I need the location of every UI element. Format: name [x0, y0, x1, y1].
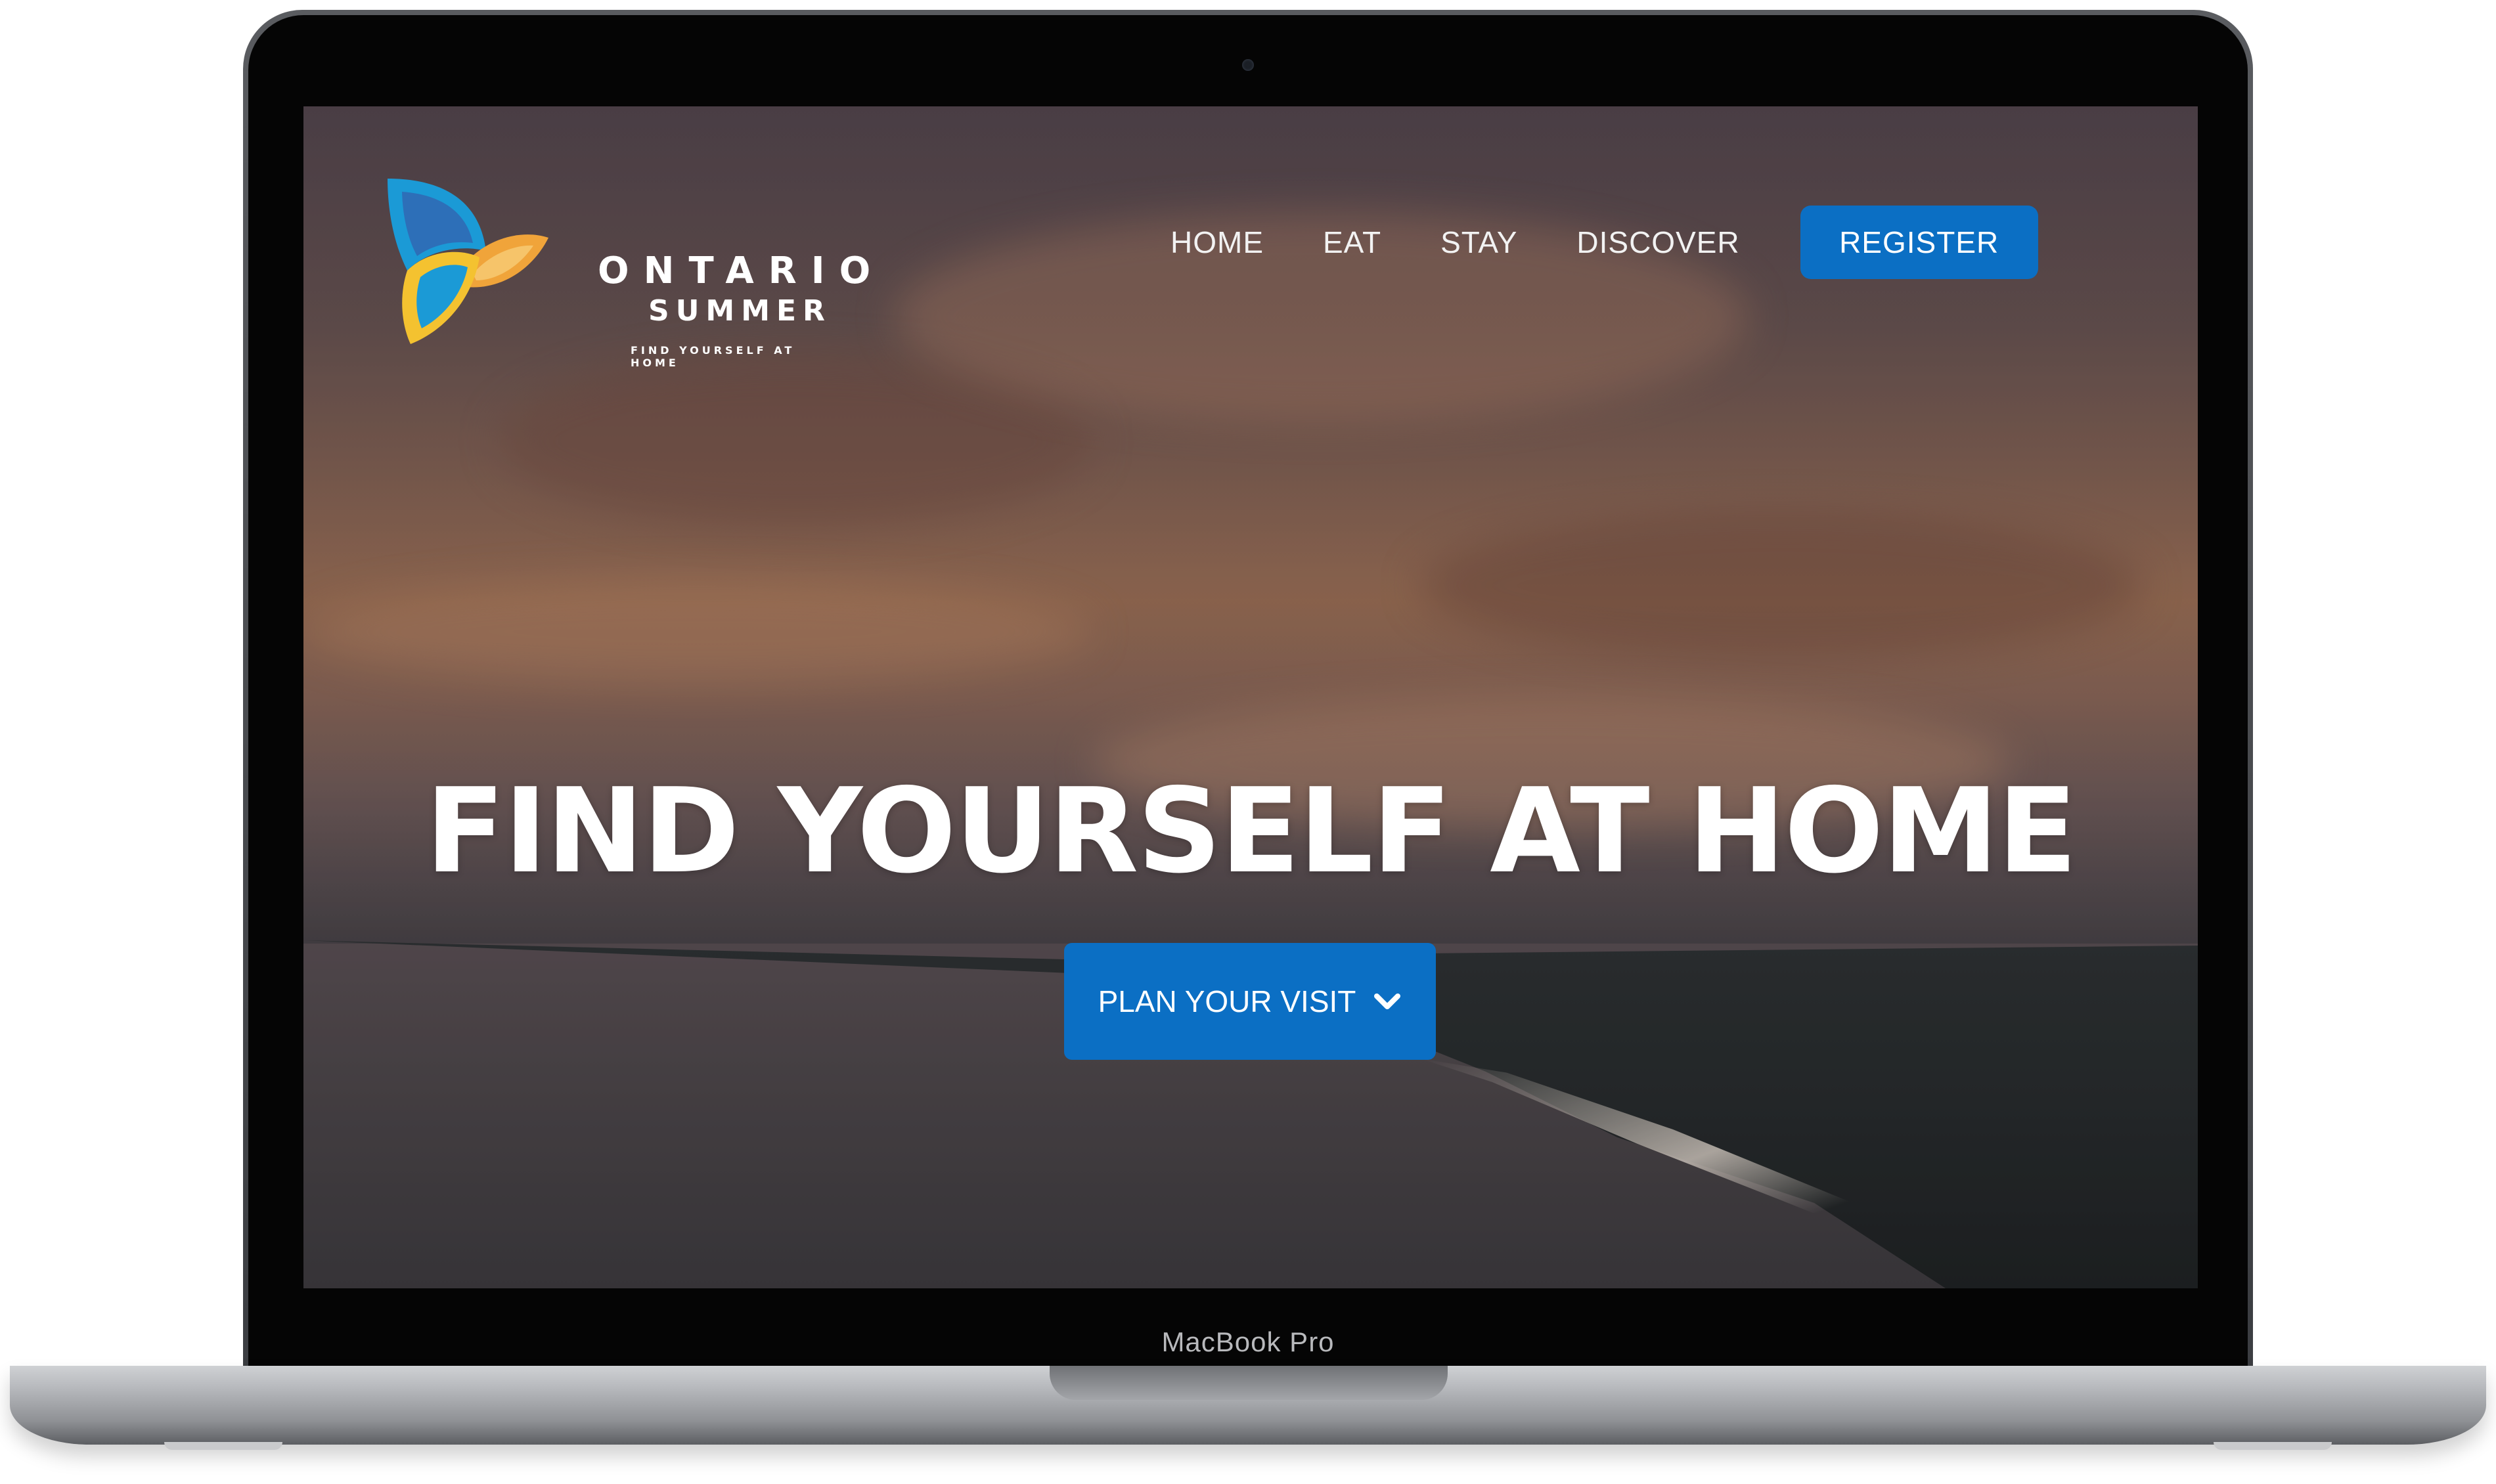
nav-link-home[interactable]: HOME — [1170, 225, 1264, 260]
logo-tagline: FIND YOURSELF AT HOME — [631, 344, 795, 369]
site-logo[interactable]: ONTARIO SUMMER FIND YOURSELF AT HOME — [381, 172, 870, 369]
website-screen: ONTARIO SUMMER FIND YOURSELF AT HOME HOM… — [303, 106, 2198, 1288]
chevron-down-icon — [1374, 993, 1401, 1009]
register-button[interactable]: REGISTER — [1800, 206, 2038, 279]
main-navigation: HOME EAT STAY DISCOVER REGISTER — [1170, 206, 2038, 279]
hero-title: FIND YOURSELF AT HOME — [425, 763, 2077, 899]
laptop-foot — [2214, 1442, 2332, 1450]
logo-wordmark-line1: ONTARIO — [598, 250, 885, 292]
logo-wordmark-line2: SUMMER — [648, 294, 832, 328]
plan-your-visit-label: PLAN YOUR VISIT — [1098, 984, 1356, 1018]
device-model-label: MacBook Pro — [1161, 1326, 1335, 1357]
nav-link-discover[interactable]: DISCOVER — [1576, 225, 1739, 260]
laptop-opening-notch — [1050, 1366, 1448, 1400]
trillium-logo-icon — [388, 179, 548, 344]
nav-link-stay[interactable]: STAY — [1440, 225, 1517, 260]
nav-link-eat[interactable]: EAT — [1323, 225, 1381, 260]
laptop-foot — [164, 1442, 282, 1450]
plan-your-visit-button[interactable]: PLAN YOUR VISIT — [1064, 943, 1436, 1060]
camera-icon — [1242, 59, 1254, 71]
